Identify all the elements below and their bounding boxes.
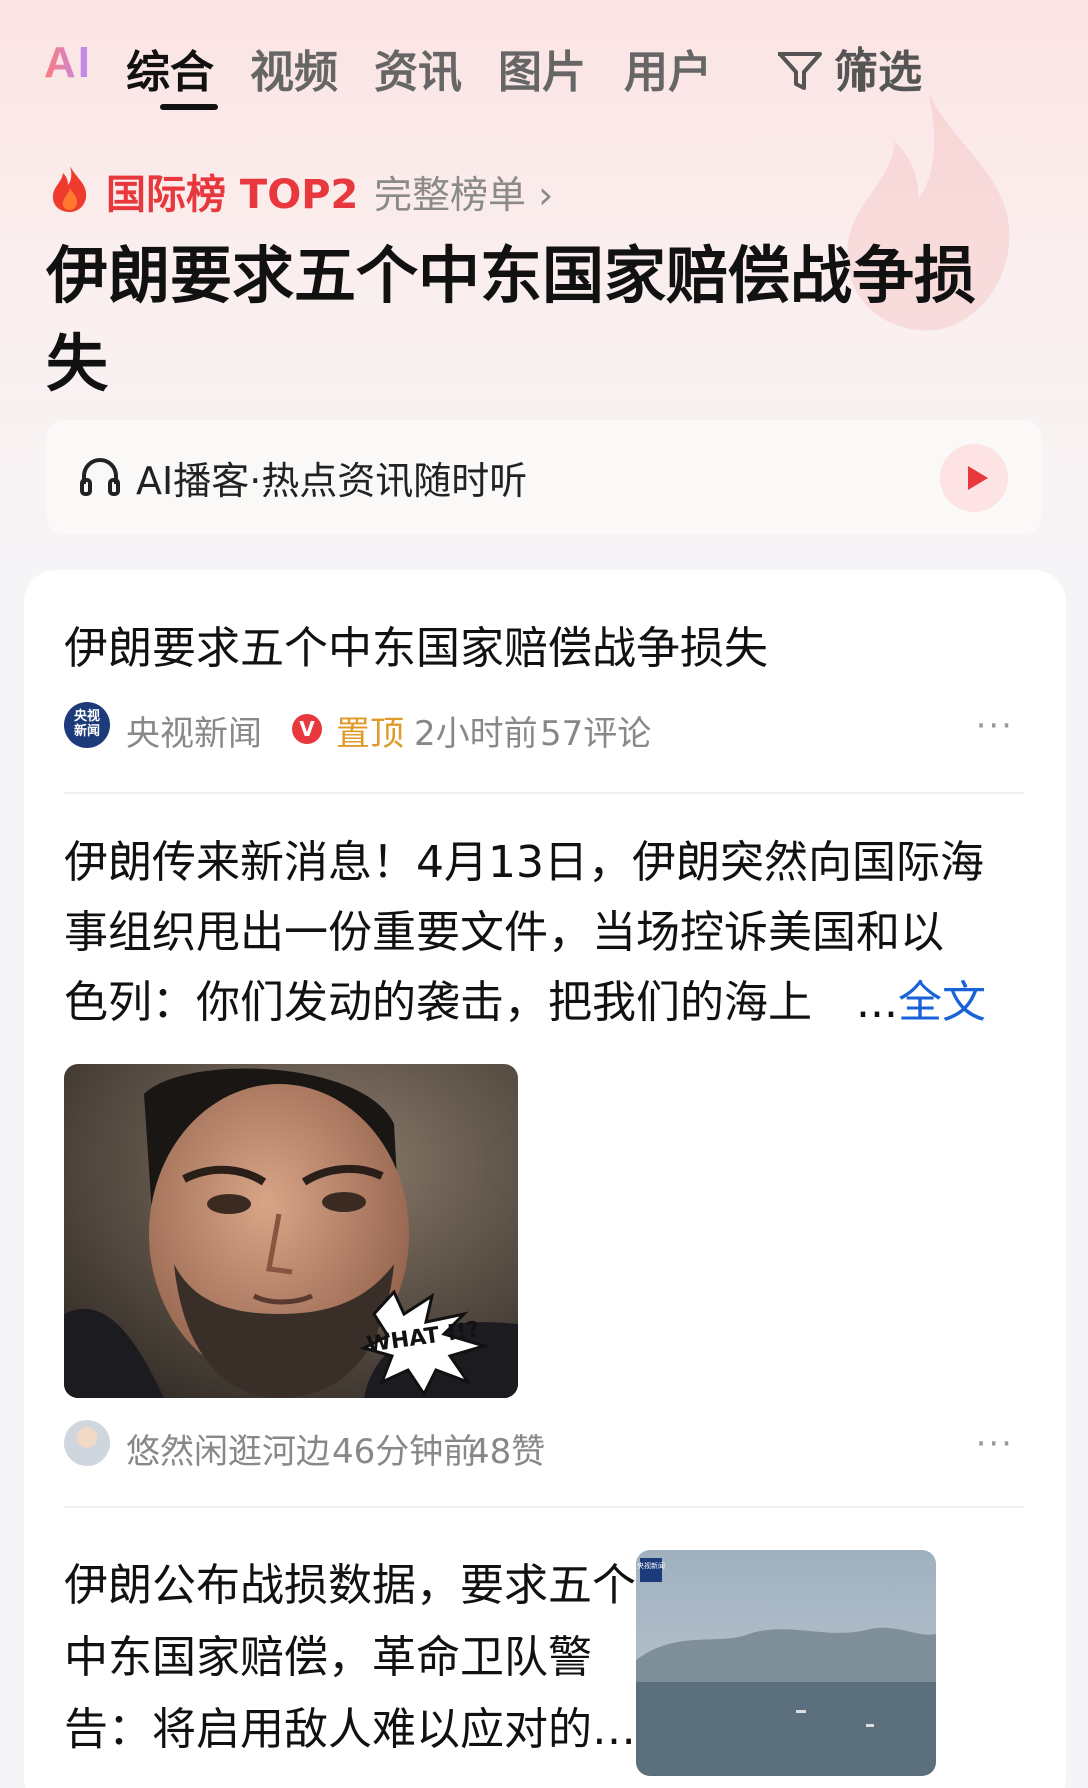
- post-thumbnail[interactable]: 央视新闻: [636, 1550, 936, 1776]
- post-time: 2小时前: [414, 714, 538, 754]
- full-rank-link[interactable]: 完整榜单 ›: [374, 164, 553, 219]
- thumb-logo-text: 央视新闻: [637, 1561, 665, 1570]
- hot-rank-row[interactable]: 国际榜 TOP2 完整榜单 ›: [48, 160, 748, 219]
- ai-logo[interactable]: AI: [44, 38, 92, 88]
- post-body-line: 伊朗传来新消息！4月13日，伊朗突然向国际海: [64, 837, 984, 888]
- post-meta: 央视新闻 央视新闻 V 置顶 2小时前 57评论 ···: [64, 702, 1044, 755]
- divider: [64, 792, 1024, 794]
- more-options-icon[interactable]: ···: [976, 706, 1014, 746]
- headphones-icon: [80, 458, 120, 496]
- post-title[interactable]: 伊朗要求五个中东国家赔偿战争损失: [64, 612, 768, 676]
- post-title-line: 告：将启用敌人难以应对的…: [64, 1704, 636, 1755]
- verified-badge: V: [292, 714, 322, 744]
- like-count[interactable]: 48赞: [468, 1424, 545, 1473]
- source-name[interactable]: 央视新闻: [126, 706, 262, 755]
- source-avatar[interactable]: 央视新闻: [64, 702, 110, 748]
- podcast-label: AI播客·热点资讯随时听: [136, 459, 528, 503]
- post-title[interactable]: 伊朗公布战损数据，要求五个 中东国家赔偿，革命卫队警 告：将启用敌人难以应对的…: [64, 1550, 636, 1766]
- top-tab-bar: AI 综合 视频 资讯 图片 用户 筛选: [0, 20, 1088, 120]
- author-name[interactable]: 悠然闲逛河边: [126, 1424, 330, 1473]
- user-avatar[interactable]: [64, 1420, 110, 1466]
- results-card: 伊朗要求五个中东国家赔偿战争损失 央视新闻 央视新闻 V 置顶 2小时前 57评…: [24, 570, 1066, 1788]
- source-avatar-text: 央视新闻: [73, 709, 100, 739]
- post-meta: 悠然闲逛河边 46分钟前 48赞 ···: [64, 1420, 1044, 1473]
- tab-users[interactable]: 用户: [624, 36, 712, 100]
- post-body-text: 色列：你们发动的袭击，把我们的海上 ...: [64, 977, 898, 1028]
- hot-headline[interactable]: 伊朗要求五个中东国家赔偿战争损 失: [46, 232, 1046, 408]
- ai-podcast-bar[interactable]: AI播客·热点资讯随时听: [46, 420, 1042, 534]
- hot-headline-line: 伊朗要求五个中东国家赔偿战争损: [46, 239, 977, 312]
- filter-icon[interactable]: [776, 50, 824, 94]
- hot-headline-line: 失: [46, 327, 109, 400]
- post-title-line: 中东国家赔偿，革命卫队警: [64, 1632, 592, 1683]
- more-options-icon[interactable]: ···: [976, 1424, 1014, 1464]
- sea-thumbnail: 央视新闻: [636, 1550, 936, 1776]
- tab-news[interactable]: 资讯: [374, 36, 462, 100]
- post-image[interactable]: WHAT !!?: [64, 1064, 518, 1398]
- hot-rank-label: 国际榜 TOP2: [106, 172, 359, 218]
- post-title-line: 伊朗公布战损数据，要求五个: [64, 1560, 636, 1611]
- filter-button[interactable]: 筛选: [834, 36, 922, 100]
- tab-video[interactable]: 视频: [250, 36, 338, 100]
- play-button[interactable]: [940, 444, 1008, 512]
- post-body-line: 事组织甩出一份重要文件，当场控诉美国和以: [64, 907, 944, 958]
- portrait-photo: WHAT !!?: [64, 1064, 518, 1398]
- post-time: 46分钟前: [332, 1432, 478, 1472]
- active-tab-indicator: [160, 104, 218, 110]
- read-full-link[interactable]: 全文: [898, 977, 986, 1028]
- tab-images[interactable]: 图片: [498, 36, 586, 100]
- fire-icon: [52, 166, 87, 212]
- comment-count[interactable]: 57评论: [540, 706, 651, 755]
- pinned-tag: 置顶: [336, 714, 404, 754]
- post-body-line-last: 色列：你们发动的袭击，把我们的海上 ...全文: [64, 968, 1044, 1038]
- divider: [64, 1506, 1024, 1508]
- post-body[interactable]: 伊朗传来新消息！4月13日，伊朗突然向国际海 事组织甩出一份重要文件，当场控诉美…: [64, 828, 1044, 1038]
- tab-comprehensive[interactable]: 综合: [126, 36, 214, 100]
